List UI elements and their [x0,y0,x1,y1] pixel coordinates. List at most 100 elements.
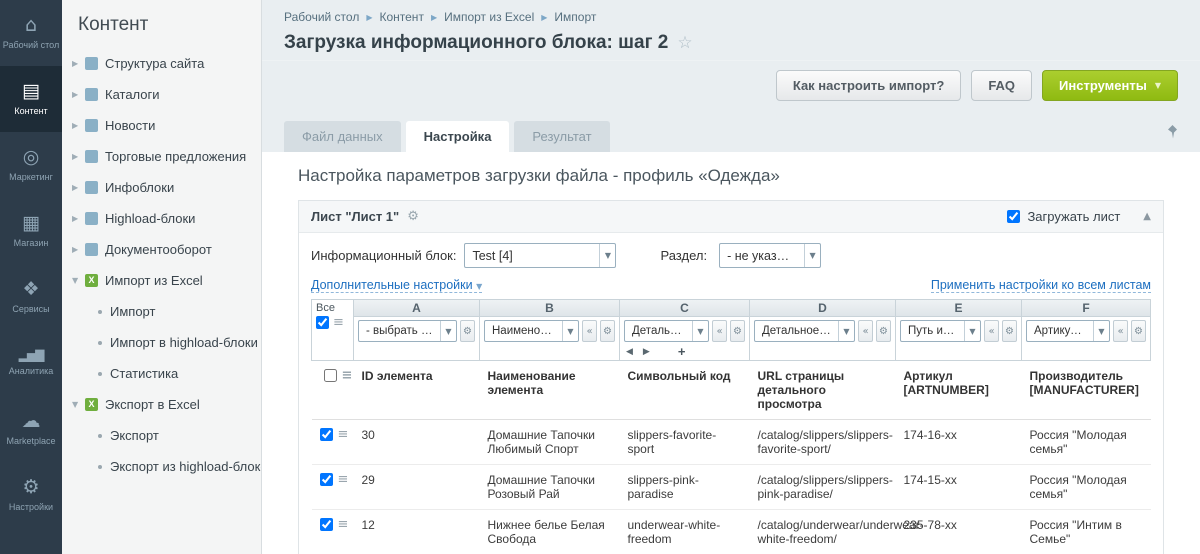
column-field-select[interactable]: Артикул [ARTNUMBE ▼ [1026,320,1110,342]
load-sheet-label: Загружать лист [1027,209,1120,224]
row-checkbox[interactable] [320,473,333,486]
excel-icon: X [85,274,98,287]
menu-icon[interactable]: ≡ [338,473,349,486]
sidebar-item-catalogs[interactable]: ▶ Каталоги [62,79,261,110]
column-field-select[interactable]: Детальная картинк ▼ [624,320,709,342]
marketplace-icon: ☁ [22,412,41,431]
sidebar-item-excel-import[interactable]: ▼ X Импорт из Excel [62,265,261,296]
gear-icon[interactable]: ⚙ [600,320,615,342]
sidebar-item-export[interactable]: Экспорт [62,420,261,451]
sheet-title: Лист "Лист 1" [311,209,399,224]
section-title: Настройка параметров загрузки файла - пр… [286,166,1176,186]
page-title: Загрузка информационного блока: шаг 2 [284,32,668,54]
chevron-down-icon: ▼ [562,321,578,341]
breadcrumb-item[interactable]: Контент [379,10,423,24]
sidebar-item-import-highload[interactable]: Импорт в highload-блоки [62,327,261,358]
gear-icon[interactable]: ⚙ [1002,320,1017,342]
apply-all-sheets-link[interactable]: Применить настройки ко всем листам [931,278,1151,293]
column-field-select[interactable]: Путь из названий р ▼ [900,320,981,342]
load-sheet-checkbox[interactable] [1007,210,1020,223]
breadcrumb-item[interactable]: Импорт из Excel [444,10,534,24]
gear-icon[interactable]: ⚙ [460,320,475,342]
chevron-right-icon: ▶ [72,214,85,223]
favorite-star-icon[interactable]: ☆ [677,33,692,53]
column-pager: ◀ ▶ + [620,345,749,360]
column-field-select[interactable]: - выбрать поле - ▼ [358,320,457,342]
iblock-select[interactable]: Test [4] ▼ [464,243,616,268]
analytics-icon: ▂▅▇ [19,349,44,361]
gear-icon[interactable]: ⚙ [876,320,891,342]
sidebar-item-export-highload[interactable]: Экспорт из highload-блоков [62,451,261,482]
gear-icon[interactable]: ⚙ [1131,320,1146,342]
row-checkbox[interactable] [320,428,333,441]
cell-id: 12 [354,510,480,554]
menu-icon[interactable]: ≡ [338,428,349,441]
pin-icon[interactable] [1167,125,1178,148]
nav-item-settings[interactable]: ⚙ Настройки [0,462,62,528]
sidebar-item-site-structure[interactable]: ▶ Структура сайта [62,48,261,79]
header-select-checkbox[interactable] [324,369,337,382]
infoblock-icon [85,181,98,194]
next-column-icon[interactable]: ▶ [643,347,650,357]
nav-item-services[interactable]: ❖ Сервисы [0,264,62,330]
cell-code: underwear-white-freedom [620,510,750,554]
column-header-article: Артикул [ARTNUMBER] [896,361,1022,420]
shift-left-icon[interactable]: « [858,320,873,342]
sheet-panel-body: Информационный блок: Test [4] ▼ Раздел: … [299,233,1163,554]
help-import-button[interactable]: Как настроить импорт? [776,70,961,101]
gear-icon[interactable]: ⚙ [407,210,419,223]
nav-item-marketing[interactable]: ◎ Маркетинг [0,132,62,198]
iblock-label: Информационный блок: [311,248,456,263]
nav-item-analytics[interactable]: ▂▅▇ Аналитика [0,330,62,396]
sidebar-item-news[interactable]: ▶ Новости [62,110,261,141]
menu-icon[interactable]: ≡ [342,369,353,382]
breadcrumb-item[interactable]: Импорт [554,10,596,24]
import-mapping-table: Все ≡ A [311,299,1151,554]
gear-icon[interactable]: ⚙ [730,320,745,342]
bullet-icon [98,310,102,314]
breadcrumb-item[interactable]: Рабочий стол [284,10,359,24]
tab-bar: Файл данных Настройка Результат [262,111,1200,152]
sidebar-item-infoblocks[interactable]: ▶ Инфоблоки [62,172,261,203]
nav-item-desktop[interactable]: ⌂ Рабочий стол [0,0,62,66]
row-checkbox[interactable] [320,518,333,531]
advanced-settings-link[interactable]: Дополнительные настройки ▼ [311,278,482,293]
map-column-c: C Детальная картинк ▼ « ⚙ [620,300,750,361]
sidebar-item-statistics[interactable]: Статистика [62,358,261,389]
column-header-code: Символьный код [620,361,750,420]
tab-data-file[interactable]: Файл данных [284,121,401,152]
tab-settings[interactable]: Настройка [406,121,510,152]
faq-button[interactable]: FAQ [971,70,1032,101]
breadcrumb-separator-icon: ▶ [366,13,372,22]
tools-button[interactable]: Инструменты ▼ [1042,70,1178,101]
menu-icon[interactable]: ≡ [338,518,349,531]
nav-item-marketplace[interactable]: ☁ Marketplace [0,396,62,462]
select-all-checkbox[interactable] [316,316,329,329]
column-field-select[interactable]: Наименование элем ▼ [484,320,579,342]
shift-left-icon[interactable]: « [984,320,999,342]
section-select[interactable]: - не указывать - ▼ [719,243,821,268]
cell-id: 29 [354,465,480,510]
column-header-manufacturer: Производитель [MANUFACTURER] [1022,361,1151,420]
tab-result[interactable]: Результат [514,121,609,152]
sidebar-item-import[interactable]: Импорт [62,296,261,327]
prev-column-icon[interactable]: ◀ [626,347,633,357]
content-icon: ▤ [22,82,40,101]
sidebar-item-highload-blocks[interactable]: ▶ Highload-блоки [62,203,261,234]
highload-icon [85,212,98,225]
nav-item-shop[interactable]: ▦ Магазин [0,198,62,264]
column-letter: C [620,300,749,317]
shift-left-icon[interactable]: « [582,320,597,342]
column-field-select[interactable]: Детальное описание ▼ [754,320,855,342]
shift-left-icon[interactable]: « [1113,320,1128,342]
sidebar-item-excel-export[interactable]: ▼ X Экспорт в Excel [62,389,261,420]
bullet-icon [98,372,102,376]
nav-item-content[interactable]: ▤ Контент [0,66,62,132]
collapse-panel-icon[interactable]: ▲ [1143,211,1151,222]
sidebar-item-docflow[interactable]: ▶ Документооборот [62,234,261,265]
cell-id: 30 [354,420,480,465]
add-column-icon[interactable]: + [678,345,686,358]
sidebar-item-offers[interactable]: ▶ Торговые предложения [62,141,261,172]
shift-left-icon[interactable]: « [712,320,727,342]
menu-icon[interactable]: ≡ [333,316,344,329]
